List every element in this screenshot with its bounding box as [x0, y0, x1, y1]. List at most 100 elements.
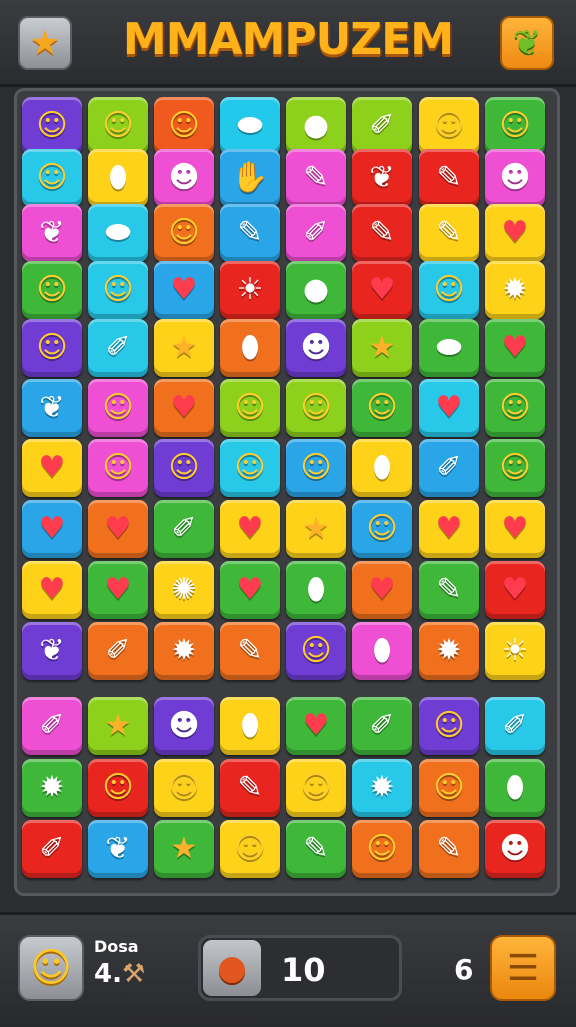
tile[interactable]: ☺ [88, 439, 148, 497]
tile[interactable]: ❦ [22, 204, 82, 262]
tile[interactable]: ✹ [352, 759, 412, 817]
tile[interactable]: ✎ [220, 204, 280, 262]
tile[interactable]: ✐ [154, 500, 214, 558]
tile[interactable]: ❦ [88, 820, 148, 878]
tile[interactable]: ⬮ [352, 622, 412, 680]
tile[interactable]: ☺ [154, 439, 214, 497]
tile[interactable]: ☀ [220, 261, 280, 319]
tile[interactable]: ✹ [485, 261, 545, 319]
tile[interactable]: ✐ [352, 697, 412, 755]
tile[interactable]: ☺ [419, 261, 479, 319]
tile[interactable]: ☺ [22, 261, 82, 319]
tile[interactable]: ♥ [220, 500, 280, 558]
tile[interactable]: ★ [154, 319, 214, 377]
tile[interactable]: ♥ [419, 500, 479, 558]
tile[interactable]: ⬬ [419, 319, 479, 377]
tile[interactable]: ♥ [352, 561, 412, 619]
tile[interactable]: ☺ [286, 379, 346, 437]
tile[interactable]: ✎ [220, 759, 280, 817]
menu-button[interactable]: ☰ [490, 935, 556, 1001]
avatar-button[interactable]: ☺ [18, 935, 84, 1001]
tile[interactable]: ♥ [485, 500, 545, 558]
tile[interactable]: ☺ [220, 379, 280, 437]
tile[interactable]: ☺ [286, 439, 346, 497]
tile[interactable]: ✎ [286, 149, 346, 207]
tile[interactable]: ♥ [22, 561, 82, 619]
tile[interactable]: ☺ [88, 261, 148, 319]
tile[interactable]: ☺ [154, 97, 214, 155]
hammer-icon[interactable]: ⚒ [122, 959, 145, 989]
tile[interactable]: ✐ [22, 697, 82, 755]
tile[interactable]: ♥ [352, 261, 412, 319]
tile[interactable]: ⬮ [485, 759, 545, 817]
tile[interactable]: ⬮ [88, 149, 148, 207]
tile[interactable]: ✺ [154, 561, 214, 619]
tile[interactable]: ✎ [220, 622, 280, 680]
tile[interactable]: ☺ [220, 820, 280, 878]
tile[interactable]: ☺ [22, 97, 82, 155]
tile[interactable]: ✎ [419, 149, 479, 207]
tile[interactable]: ♥ [22, 500, 82, 558]
tile[interactable]: ✋ [220, 149, 280, 207]
tile[interactable]: ♥ [485, 204, 545, 262]
tile[interactable]: ✐ [88, 319, 148, 377]
tile[interactable]: ♥ [154, 261, 214, 319]
tile[interactable]: ✐ [485, 697, 545, 755]
tile[interactable]: ✎ [286, 820, 346, 878]
tile[interactable]: ♥ [88, 500, 148, 558]
tile[interactable]: ☺ [352, 379, 412, 437]
tile[interactable]: ❦ [22, 622, 82, 680]
tile[interactable]: ☺ [154, 759, 214, 817]
tile[interactable]: ☺ [88, 379, 148, 437]
tile[interactable]: ☺ [154, 204, 214, 262]
tile[interactable]: ★ [88, 697, 148, 755]
tile[interactable]: ☺ [485, 379, 545, 437]
tile[interactable]: ★ [352, 319, 412, 377]
tile[interactable]: ♥ [22, 439, 82, 497]
tile[interactable]: ☻ [154, 697, 214, 755]
tile[interactable]: ✎ [352, 204, 412, 262]
tile[interactable]: ✐ [352, 97, 412, 155]
tile[interactable]: ♥ [419, 379, 479, 437]
tile[interactable]: ♥ [485, 319, 545, 377]
tile[interactable]: ☺ [286, 759, 346, 817]
tile[interactable]: ☀ [485, 622, 545, 680]
tile[interactable]: ☻ [154, 149, 214, 207]
tile[interactable]: ✹ [22, 759, 82, 817]
tile[interactable]: ☺ [419, 759, 479, 817]
tile[interactable]: ❦ [352, 149, 412, 207]
tile[interactable]: ✹ [419, 622, 479, 680]
tile[interactable]: ☻ [485, 149, 545, 207]
tile[interactable]: ☺ [352, 500, 412, 558]
tile[interactable]: ☺ [352, 820, 412, 878]
tile[interactable]: ☺ [419, 697, 479, 755]
tile[interactable]: ⬮ [220, 697, 280, 755]
tile[interactable]: ★ [154, 820, 214, 878]
tile[interactable]: ✐ [88, 622, 148, 680]
tile[interactable]: ♥ [88, 561, 148, 619]
tile[interactable]: ☺ [220, 439, 280, 497]
tile[interactable]: ● [286, 261, 346, 319]
tile[interactable]: ⬮ [286, 561, 346, 619]
tile[interactable]: ✐ [419, 439, 479, 497]
tile[interactable]: ✎ [419, 820, 479, 878]
tile[interactable]: ✐ [22, 820, 82, 878]
tile[interactable]: ♥ [286, 697, 346, 755]
tile[interactable]: ✎ [419, 561, 479, 619]
tile[interactable]: ⬬ [88, 204, 148, 262]
tile[interactable]: ☺ [286, 622, 346, 680]
tile[interactable]: ♥ [220, 561, 280, 619]
tile[interactable]: ★ [286, 500, 346, 558]
tile[interactable]: ☺ [88, 97, 148, 155]
tile[interactable]: ⬮ [352, 439, 412, 497]
tile[interactable]: ☺ [22, 319, 82, 377]
tile[interactable]: ✐ [286, 204, 346, 262]
tile[interactable]: ❦ [22, 379, 82, 437]
tile[interactable]: ☺ [22, 149, 82, 207]
tile[interactable]: ☺ [485, 97, 545, 155]
tile[interactable]: ♥ [154, 379, 214, 437]
tile[interactable]: ☺ [485, 439, 545, 497]
tile[interactable]: ☺ [88, 759, 148, 817]
tile[interactable]: ✹ [154, 622, 214, 680]
tile[interactable]: ☻ [286, 319, 346, 377]
